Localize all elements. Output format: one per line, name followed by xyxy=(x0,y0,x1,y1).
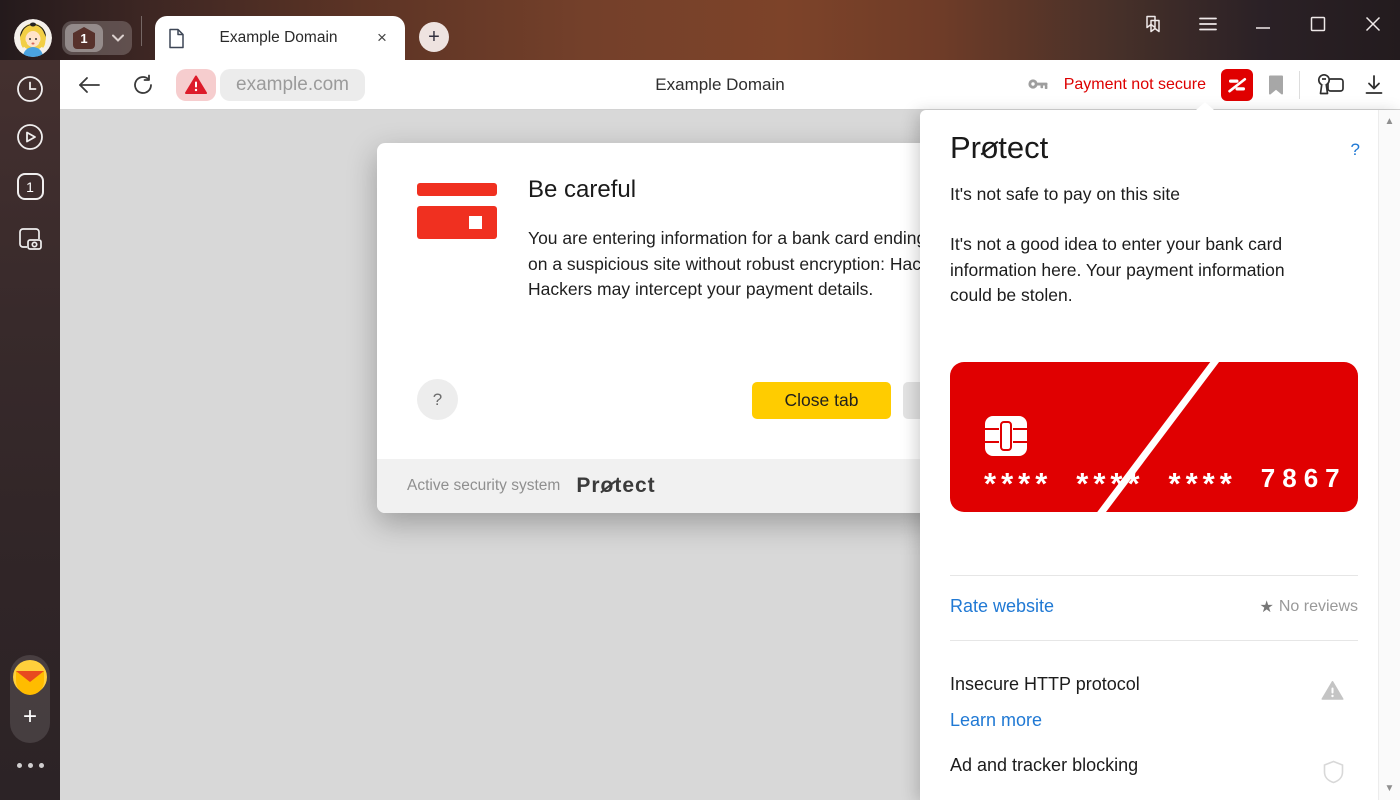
bookmark-icon[interactable] xyxy=(1268,75,1284,95)
rate-website-link[interactable]: Rate website xyxy=(950,596,1054,617)
star-icon: ★ xyxy=(1260,597,1274,617)
new-tab-button[interactable]: + xyxy=(419,22,449,52)
tab-count-badge: 1 xyxy=(73,27,95,49)
chevron-down-icon[interactable] xyxy=(103,34,132,42)
tab-title: Example Domain xyxy=(186,29,371,47)
bank-card-icon xyxy=(417,183,497,239)
security-system-label: Active security system xyxy=(407,477,560,495)
learn-more-link[interactable]: Learn more xyxy=(950,710,1042,731)
payment-warning-text: Payment not secure xyxy=(1064,76,1206,94)
panel-pointer xyxy=(1196,102,1214,110)
site-warning-badge[interactable] xyxy=(176,69,216,101)
tab-counter-shape: 1 xyxy=(65,24,103,52)
minimize-button[interactable] xyxy=(1235,0,1290,48)
warning-icon xyxy=(1321,680,1344,701)
page-icon xyxy=(167,28,186,49)
card-slash-mark xyxy=(1084,344,1229,533)
side-panel-icon[interactable] xyxy=(1125,0,1180,48)
panel-divider xyxy=(950,575,1358,576)
protect-panel: Protect ? It's not safe to pay on this s… xyxy=(920,110,1400,800)
toolbar-separator xyxy=(1299,71,1300,99)
refresh-icon[interactable] xyxy=(128,60,158,110)
profile-avatar[interactable] xyxy=(14,19,52,57)
card-chip-icon xyxy=(984,415,1028,457)
adblock-label: Ad and tracker blocking xyxy=(950,755,1138,776)
back-icon[interactable] xyxy=(74,60,104,110)
dialog-message: You are entering information for a bank … xyxy=(528,226,954,303)
panel-scrollbar[interactable]: ▲ ▼ xyxy=(1378,110,1400,800)
video-icon[interactable] xyxy=(0,122,60,152)
panel-headline: It's not safe to pay on this site xyxy=(950,184,1180,205)
password-key-icon[interactable] xyxy=(1026,75,1049,95)
browser-window: 1 xyxy=(0,0,1400,800)
tabs-count-badge: 1 xyxy=(17,173,44,200)
card-number: **** **** **** 7867 xyxy=(984,460,1347,496)
tab-counter[interactable]: 1 xyxy=(62,21,132,55)
rate-row: Rate website ★ No reviews xyxy=(950,596,1358,617)
dialog-help-button[interactable]: ? xyxy=(417,379,458,420)
sidebar-more-button[interactable] xyxy=(0,763,60,768)
blocked-card-illustration: **** **** **** 7867 xyxy=(950,362,1358,512)
sidebar-add-button[interactable]: + xyxy=(23,703,37,731)
maximize-button[interactable] xyxy=(1290,0,1345,48)
insecure-http-label: Insecure HTTP protocol xyxy=(950,674,1140,695)
sidebar: 1 + xyxy=(0,60,60,800)
reviews-label: No reviews xyxy=(1279,598,1358,616)
extensions-icon[interactable] xyxy=(1315,72,1347,98)
page-title: Example Domain xyxy=(655,60,784,110)
avatar-image xyxy=(14,19,52,57)
download-icon[interactable] xyxy=(1362,73,1386,97)
panel-help-link[interactable]: ? xyxy=(1351,140,1360,160)
panel-divider xyxy=(950,640,1358,641)
tabs-icon[interactable]: 1 xyxy=(0,173,60,200)
warning-triangle-icon xyxy=(185,75,207,95)
browser-tab[interactable]: Example Domain × xyxy=(155,16,405,60)
dialog-title: Be careful xyxy=(528,176,636,204)
close-tab-button[interactable]: Close tab xyxy=(752,382,891,419)
protect-icon[interactable] xyxy=(1221,69,1253,101)
address-input[interactable]: example.com xyxy=(220,69,365,101)
history-icon[interactable] xyxy=(0,74,60,104)
shield-icon xyxy=(1323,760,1344,784)
scroll-up-icon[interactable]: ▲ xyxy=(1385,116,1395,127)
screenshot-icon[interactable] xyxy=(0,223,60,253)
reviews-status: ★ No reviews xyxy=(1260,597,1358,617)
protect-panel-title: Protect xyxy=(950,130,1048,166)
tab-close-icon[interactable]: × xyxy=(371,27,393,49)
panel-description: It's not a good idea to enter your bank … xyxy=(950,232,1326,309)
titlebar-separator xyxy=(141,16,142,46)
close-window-button[interactable] xyxy=(1345,0,1400,48)
sidebar-widget: + xyxy=(10,655,50,743)
menu-icon[interactable] xyxy=(1180,0,1235,48)
scroll-down-icon[interactable]: ▼ xyxy=(1385,783,1395,794)
protect-wordmark: Protect xyxy=(576,474,655,498)
window-controls xyxy=(1125,0,1400,48)
mail-icon[interactable] xyxy=(12,659,48,695)
